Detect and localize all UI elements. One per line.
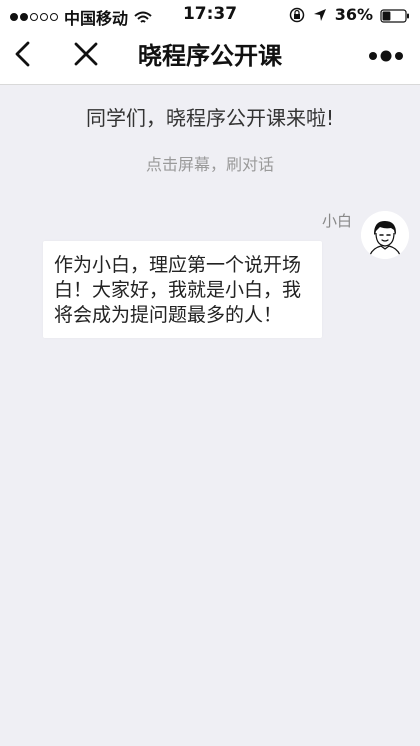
close-icon bbox=[73, 41, 99, 71]
back-icon bbox=[11, 40, 35, 72]
navigation-bar: 晓程序公开课 bbox=[0, 28, 420, 85]
battery-percent: 36% bbox=[334, 5, 373, 24]
chat-area[interactable]: 同学们，晓程序公开课来啦! 点击屏幕，刷对话 小白 作为小白，理应第一个说开场白… bbox=[0, 85, 420, 746]
announcement-text: 同学们，晓程序公开课来啦! bbox=[85, 106, 335, 130]
battery-icon bbox=[380, 8, 410, 23]
back-button[interactable] bbox=[3, 36, 43, 76]
page-title: 晓程序公开课 bbox=[138, 42, 282, 70]
message-text: 作为小白，理应第一个说开场白！大家好，我就是小白，我将会成为提问题最多的人！ bbox=[54, 254, 302, 326]
close-button[interactable] bbox=[66, 36, 106, 76]
location-arrow-icon bbox=[312, 7, 328, 23]
user-avatar-icon bbox=[361, 211, 409, 259]
status-right: 36% bbox=[289, 5, 410, 24]
message-bubble: 作为小白，理应第一个说开场白！大家好，我就是小白，我将会成为提问题最多的人！ bbox=[43, 241, 322, 338]
sender-name: 小白 bbox=[321, 212, 352, 230]
more-icon bbox=[369, 47, 403, 66]
rotation-lock-icon bbox=[289, 7, 305, 23]
hint-text: 点击屏幕，刷对话 bbox=[145, 155, 274, 174]
avatar bbox=[361, 211, 409, 259]
status-bar: 中国移动 17:37 36% bbox=[0, 0, 420, 28]
more-button[interactable] bbox=[366, 36, 406, 76]
